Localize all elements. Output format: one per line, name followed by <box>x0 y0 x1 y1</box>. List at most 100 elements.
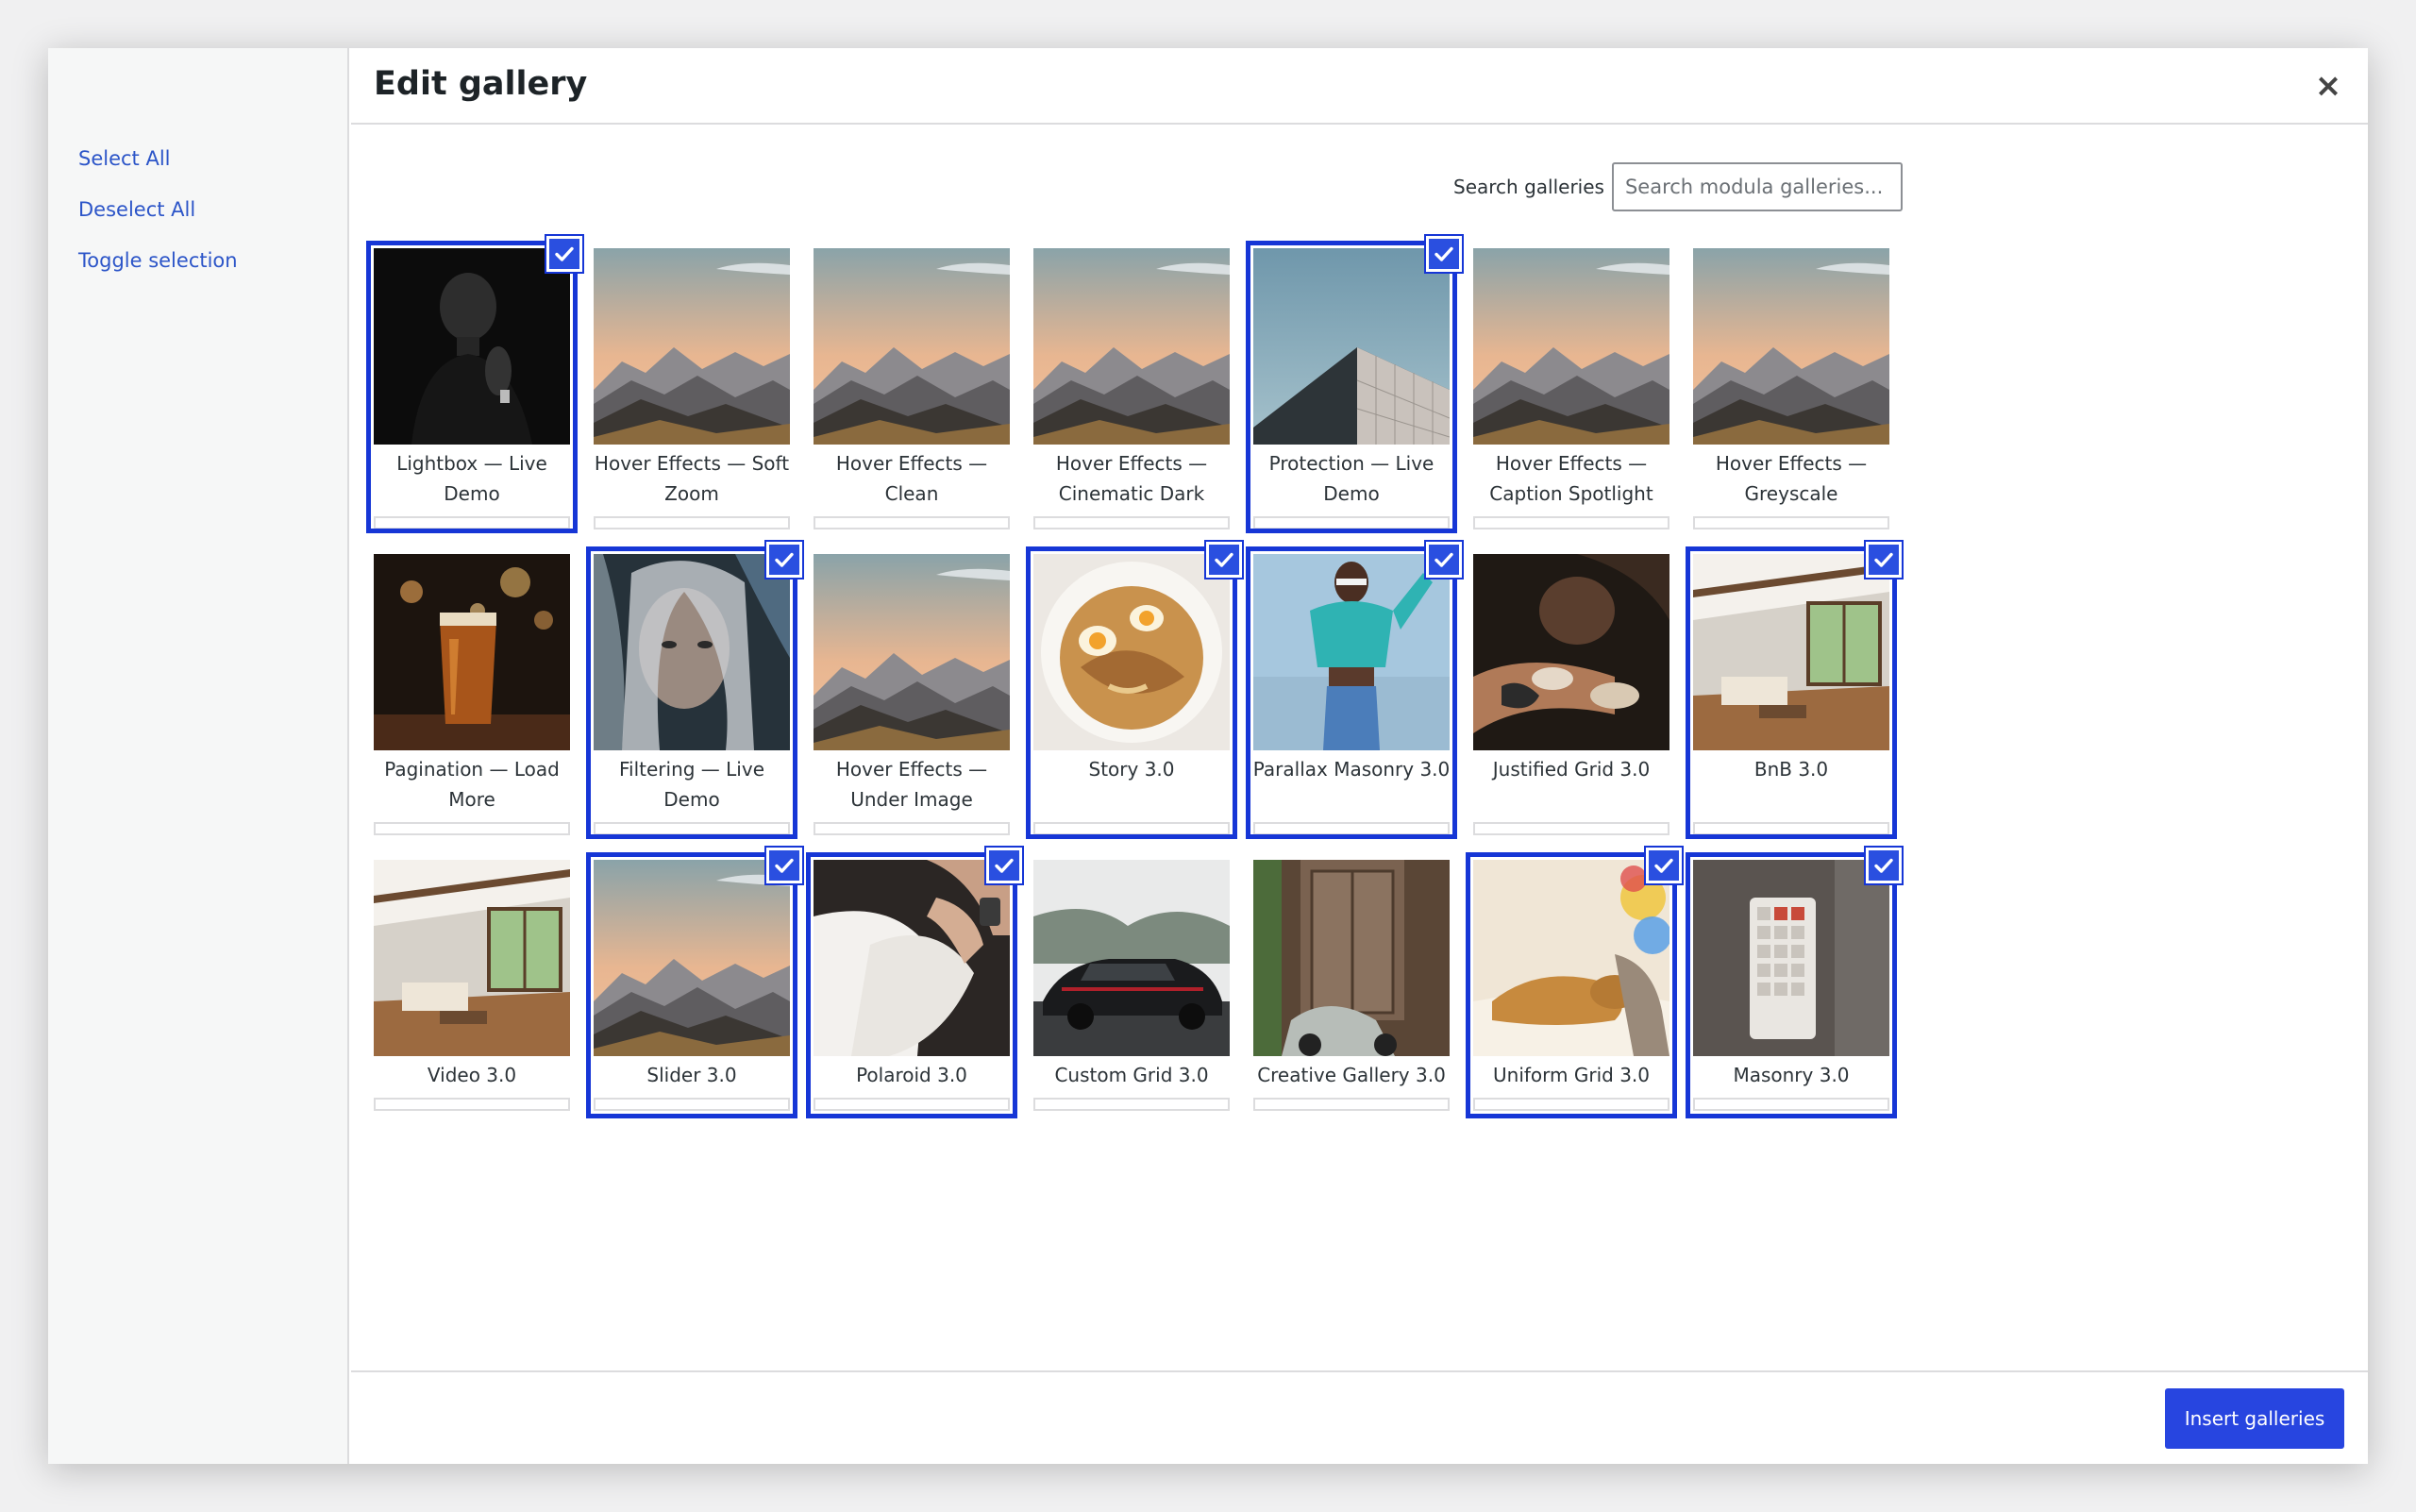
gallery-caption-bar <box>1033 516 1230 529</box>
gallery-tile[interactable]: Pagination — Load More <box>374 554 570 837</box>
gallery-thumbnail <box>1033 554 1230 750</box>
checkmark-icon[interactable] <box>1864 846 1904 885</box>
gallery-tile[interactable]: Protection — Live Demo <box>1246 234 1464 533</box>
gallery-thumbnail <box>1693 248 1889 445</box>
gallery-title: Filtering — Live Demo <box>618 758 764 811</box>
gallery-title: Parallax Masonry 3.0 <box>1252 758 1451 781</box>
gallery-caption-bar <box>1033 1098 1230 1111</box>
gallery-title: Lightbox — Live Demo <box>396 452 547 505</box>
gallery-caption-bar <box>814 822 1010 835</box>
checkmark-icon[interactable] <box>1204 540 1244 580</box>
sidebar: Select All Deselect All Toggle selection <box>48 48 349 1464</box>
checkmark-icon[interactable] <box>1424 234 1464 274</box>
gallery-tile[interactable]: Filtering — Live Demo <box>586 540 804 839</box>
edit-gallery-modal: Select All Deselect All Toggle selection… <box>48 48 2368 1464</box>
gallery-thumbnail <box>1253 248 1450 445</box>
gallery-thumbnail <box>374 860 570 1056</box>
gallery-title: Hover Effects — Under Image <box>835 758 988 811</box>
gallery-thumbnail <box>374 248 570 445</box>
gallery-tile[interactable]: Uniform Grid 3.0 <box>1466 846 1684 1143</box>
gallery-caption-bar <box>1253 1098 1450 1111</box>
gallery-title: Creative Gallery 3.0 <box>1257 1064 1446 1086</box>
gallery-thumbnail <box>1473 554 1669 750</box>
gallery-title: Justified Grid 3.0 <box>1492 758 1651 781</box>
gallery-thumbnail <box>814 860 1010 1056</box>
gallery-title: Polaroid 3.0 <box>856 1064 967 1086</box>
insert-galleries-button[interactable]: Insert galleries <box>2165 1388 2344 1449</box>
close-icon[interactable]: × <box>2309 67 2347 105</box>
gallery-tile[interactable]: Story 3.0 <box>1026 540 1244 839</box>
gallery-tile[interactable]: Slider 3.0 <box>586 846 804 1143</box>
gallery-thumbnail <box>1033 248 1230 445</box>
gallery-thumbnail <box>1473 860 1669 1056</box>
checkmark-icon[interactable] <box>764 846 804 885</box>
gallery-caption-bar <box>1693 822 1889 835</box>
gallery-caption-bar <box>1253 516 1450 529</box>
gallery-thumbnail <box>814 248 1010 445</box>
gallery-caption-bar <box>1253 822 1450 835</box>
gallery-caption-bar <box>374 1098 570 1111</box>
gallery-caption-bar <box>814 516 1010 529</box>
toggle-selection-link[interactable]: Toggle selection <box>78 235 347 286</box>
gallery-thumbnail <box>1473 248 1669 445</box>
gallery-tile[interactable]: Masonry 3.0 <box>1686 846 1904 1143</box>
modal-header: Edit gallery × <box>351 48 2368 125</box>
gallery-tile[interactable]: Hover Effects — Clean <box>814 248 1010 531</box>
gallery-thumbnail <box>594 554 790 750</box>
gallery-tile[interactable]: Parallax Masonry 3.0 <box>1246 540 1464 839</box>
gallery-thumbnail <box>1033 860 1230 1056</box>
deselect-all-link[interactable]: Deselect All <box>78 184 347 235</box>
gallery-tile[interactable]: Creative Gallery 3.0 <box>1253 860 1450 1143</box>
gallery-tile[interactable]: Custom Grid 3.0 <box>1033 860 1230 1143</box>
gallery-thumbnail <box>594 860 790 1056</box>
select-all-link[interactable]: Select All <box>78 133 347 184</box>
gallery-caption-bar <box>1693 516 1889 529</box>
gallery-title: Pagination — Load More <box>384 758 560 811</box>
search-input[interactable] <box>1611 162 1903 211</box>
gallery-tile[interactable]: Hover Effects — Soft Zoom <box>594 248 790 531</box>
gallery-caption-bar <box>374 822 570 835</box>
gallery-caption-bar <box>1033 822 1230 835</box>
gallery-title: BnB 3.0 <box>1753 758 1829 781</box>
gallery-thumbnail <box>1693 860 1889 1056</box>
gallery-thumbnail <box>1253 554 1450 750</box>
gallery-title: Masonry 3.0 <box>1733 1064 1850 1086</box>
gallery-caption-bar <box>374 516 570 529</box>
gallery-caption-bar <box>594 822 790 835</box>
gallery-tile[interactable]: BnB 3.0 <box>1686 540 1904 839</box>
gallery-title: Hover Effects — Caption Spotlight <box>1489 452 1653 505</box>
gallery-tile[interactable]: Hover Effects — Cinematic Dark <box>1033 248 1230 531</box>
gallery-title: Hover Effects — Cinematic Dark <box>1055 452 1208 505</box>
gallery-title: Custom Grid 3.0 <box>1054 1064 1209 1086</box>
gallery-tile[interactable]: Lightbox — Live Demo <box>366 234 584 533</box>
gallery-tile[interactable]: Hover Effects — Greyscale <box>1693 248 1889 531</box>
gallery-title: Hover Effects — Soft Zoom <box>594 452 790 505</box>
gallery-thumbnail <box>374 554 570 750</box>
gallery-title: Protection — Live Demo <box>1268 452 1434 505</box>
gallery-caption-bar <box>594 1098 790 1111</box>
gallery-thumbnail <box>814 554 1010 750</box>
main-content: Edit gallery × Search galleries Lightbox… <box>351 48 2368 1464</box>
gallery-title: Video 3.0 <box>427 1064 517 1086</box>
gallery-tile[interactable]: Hover Effects — Under Image <box>814 554 1010 837</box>
modal-footer: Insert galleries <box>351 1370 2368 1464</box>
gallery-caption-bar <box>1473 1098 1669 1111</box>
checkmark-icon[interactable] <box>764 540 804 580</box>
gallery-caption-bar <box>814 1098 1010 1111</box>
checkmark-icon[interactable] <box>1864 540 1904 580</box>
gallery-caption-bar <box>1473 822 1669 835</box>
search-label: Search galleries <box>1453 176 1604 198</box>
checkmark-icon[interactable] <box>1424 540 1464 580</box>
checkmark-icon[interactable] <box>545 234 584 274</box>
checkmark-icon[interactable] <box>984 846 1024 885</box>
search-row: Search galleries <box>1453 162 1903 211</box>
gallery-tile[interactable]: Hover Effects — Caption Spotlight <box>1473 248 1669 531</box>
gallery-tile[interactable]: Polaroid 3.0 <box>806 846 1024 1143</box>
gallery-tile[interactable]: Video 3.0 <box>374 860 570 1143</box>
checkmark-icon[interactable] <box>1644 846 1684 885</box>
gallery-tile[interactable]: Justified Grid 3.0 <box>1473 554 1669 837</box>
gallery-title: Hover Effects — Greyscale <box>1715 452 1868 505</box>
gallery-thumbnail <box>594 248 790 445</box>
modal-title: Edit gallery <box>374 65 588 103</box>
gallery-caption-bar <box>1693 1098 1889 1111</box>
